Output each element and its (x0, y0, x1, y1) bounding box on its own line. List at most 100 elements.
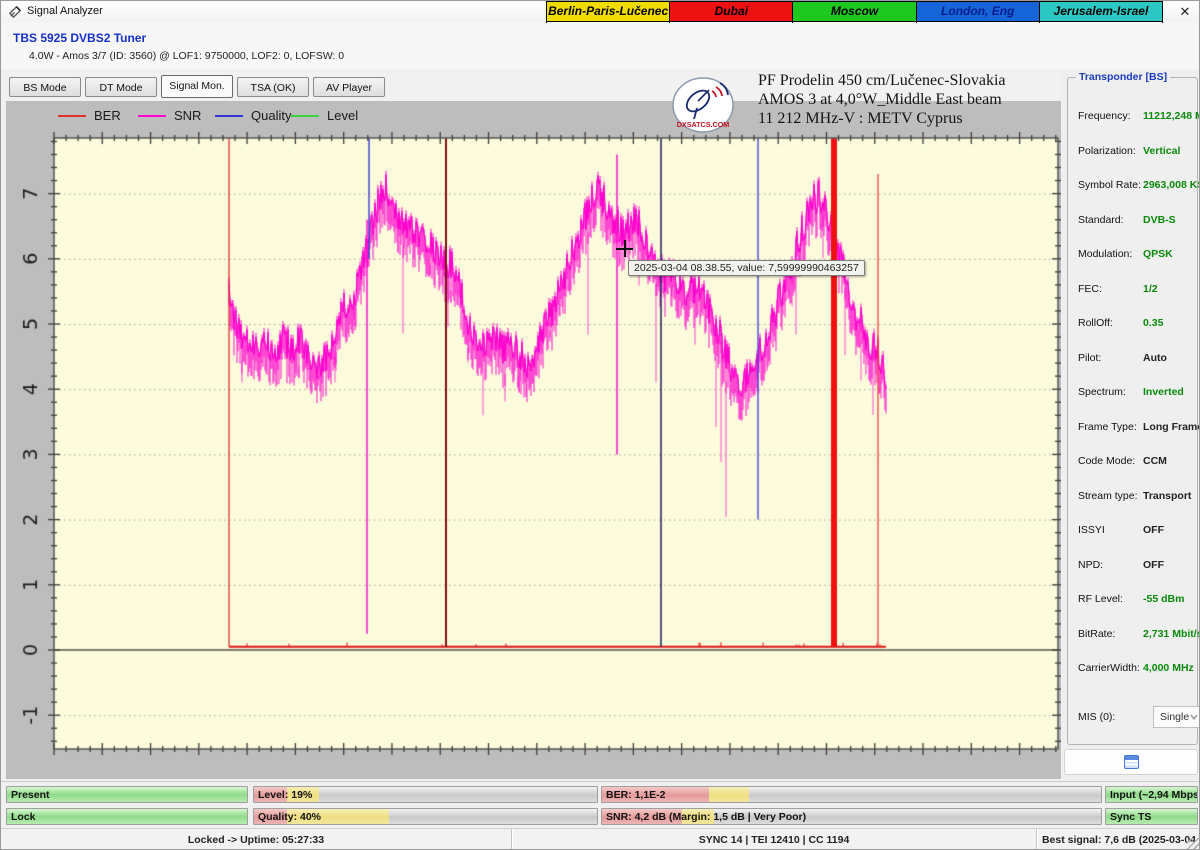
transponder-row: Spectrum: Inverted (1078, 386, 1193, 400)
transponder-row: Modulation:QPSK (1078, 248, 1193, 262)
transponder-row-label: Spectrum: (1078, 386, 1126, 398)
transponder-row-label: BitRate: (1078, 628, 1115, 640)
mis-dropdown[interactable]: Single (1153, 706, 1200, 728)
status-bar: Locked -> Uptime: 05:27:33 SYNC 14 | TEI… (1, 828, 1200, 850)
transponder-row-value: Auto (1143, 352, 1167, 364)
ber-bar-label: BER: 1,1E-2 (606, 789, 666, 801)
transponder-row-value: Transport (1143, 490, 1191, 502)
app-icon (8, 4, 23, 19)
transponder-row-label: Frequency: (1078, 110, 1131, 122)
transponder-row-value: OFF (1143, 559, 1164, 571)
caption-line-1: PF Prodelin 450 cm/Lučenec-Slovakia (758, 71, 1078, 90)
status-best-signal: Best signal: 7,6 dB (2025-03-04 08:38) (1037, 829, 1200, 850)
tab-signal-mon-[interactable]: Signal Mon. (161, 75, 233, 98)
transponder-row: CarrierWidth:4,000 MHz (1078, 662, 1193, 676)
signal-chart-canvas[interactable] (6, 131, 1061, 779)
lock-indicator: Lock (6, 808, 248, 825)
feed-caption: PF Prodelin 450 cm/Lučenec-Slovakia AMOS… (758, 71, 1078, 128)
transponder-row: BitRate:2,731 Mbit/s (1078, 628, 1193, 642)
transponder-row-label: Stream type: (1078, 490, 1138, 502)
signal-analyzer-window: Signal Analyzer ✕ Berlin-Paris-LučenecDu… (0, 0, 1200, 850)
clock-city-name: Moscow (793, 2, 916, 21)
transponder-row: NPD: OFF (1078, 559, 1193, 573)
sync-ts-indicator: Sync TS (1105, 808, 1198, 825)
mis-label: MIS (0): (1078, 711, 1115, 723)
legend-item-snr: SNR (138, 101, 213, 131)
legend-swatch (58, 115, 86, 117)
caption-line-3: 11 212 MHz-V : METV Cyprus (758, 109, 1078, 128)
input-indicator-label: Input (~2,94 Mbps) (1110, 789, 1198, 801)
legend-label: SNR (174, 108, 201, 123)
tuner-name: TBS 5925 DVBS2 Tuner (13, 31, 146, 45)
transponder-row-value: 11212,248 MHz (1143, 110, 1200, 122)
transponder-row: ISSYI OFF (1078, 524, 1193, 538)
transponder-row: RF Level:-55 dBm (1078, 593, 1193, 607)
transponder-row: Code Mode:CCM (1078, 455, 1193, 469)
caption-line-2: AMOS 3 at 4,0°W_Middle East beam (758, 90, 1078, 109)
legend-label: Quality (251, 108, 291, 123)
window-title: Signal Analyzer (27, 5, 103, 17)
chart-tooltip: 2025-03-04 08.38.55, value: 7,5999999046… (628, 260, 865, 276)
quality-bar-label: Quality: 40% (258, 811, 321, 823)
transponder-row-label: RollOff: (1078, 317, 1113, 329)
transponder-row: RollOff:0.35 (1078, 317, 1193, 331)
clock-city-name: Dubai (670, 2, 793, 21)
legend-swatch (138, 115, 166, 117)
transponder-row: Stream type: Transport (1078, 490, 1193, 504)
tab-tsa-ok-[interactable]: TSA (OK) (237, 77, 309, 97)
stream-capture-button[interactable] (1064, 749, 1198, 775)
signal-chart-area: BER SNR QualityLevel 2025-03-04 08.38.55, … (6, 101, 1061, 779)
level-bar: Level: 19% (253, 786, 598, 803)
transponder-row-value: Long Frame (1143, 421, 1200, 433)
tuner-toolbar: TBS 5925 DVBS2 Tuner 4.0W - Amos 3/7 (ID… (1, 23, 1200, 70)
crosshair-cursor (616, 240, 633, 257)
transponder-row-value: DVB-S (1143, 214, 1176, 226)
mis-row: MIS (0): Single (1078, 711, 1193, 725)
resize-grip[interactable] (1187, 838, 1199, 850)
transponder-row-value: -55 dBm (1143, 593, 1184, 605)
transponder-row-value: 2963,008 KS/s (1143, 179, 1200, 191)
transponder-groupbox: Transponder [BS] Frequency:11212,248 MHz… (1067, 77, 1198, 745)
transponder-row-label: Modulation: (1078, 248, 1132, 260)
transponder-row-label: Frame Type: (1078, 421, 1137, 433)
transponder-row-label: CarrierWidth: (1078, 662, 1140, 674)
transponder-row-value: OFF (1143, 524, 1164, 536)
lock-indicator-label: Lock (11, 811, 36, 823)
present-indicator: Present (6, 786, 248, 803)
legend-swatch (215, 115, 243, 117)
snr-bar: SNR: 4,2 dB (Margin: 1,5 dB | Very Poor) (601, 808, 1102, 825)
transponder-row-label: Symbol Rate: (1078, 179, 1141, 191)
tab-bs-mode[interactable]: BS Mode (9, 77, 81, 97)
sync-ts-indicator-label: Sync TS (1110, 811, 1151, 823)
close-button[interactable]: ✕ (1173, 3, 1197, 21)
transponder-row: Frame Type:Long Frame (1078, 421, 1193, 435)
transponder-row-value: 4,000 MHz (1143, 662, 1194, 674)
transponder-row-label: FEC: (1078, 283, 1102, 295)
transponder-row: FEC:1/2 (1078, 283, 1193, 297)
transponder-row-label: ISSYI (1078, 524, 1105, 536)
legend-item-level: Level (291, 101, 366, 131)
legend-label: BER (94, 108, 121, 123)
logo-text: DXSATCS.COM (677, 120, 730, 129)
transponder-panel: Transponder [BS] Frequency:11212,248 MHz… (1061, 69, 1200, 781)
record-list-icon (1124, 755, 1139, 769)
transponder-row-value: Inverted (1143, 386, 1184, 398)
transponder-row: Pilot:Auto (1078, 352, 1193, 366)
transponder-row-value: 2,731 Mbit/s (1143, 628, 1200, 640)
clock-city-name: Jerusalem-Israel (1040, 2, 1162, 21)
tuner-details: 4.0W - Amos 3/7 (ID: 3560) @ LOF1: 97500… (29, 50, 344, 62)
transponder-row-label: NPD: (1078, 559, 1103, 571)
level-bar-label: Level: 19% (258, 789, 312, 801)
snr-bar-label: SNR: 4,2 dB (Margin: 1,5 dB | Very Poor) (606, 811, 806, 823)
quality-bar: Quality: 40% (253, 808, 598, 825)
tab-av-player[interactable]: AV Player (313, 77, 385, 97)
transponder-row-value: Vertical (1143, 145, 1180, 157)
transponder-row-label: Standard: (1078, 214, 1124, 226)
status-lock-uptime: Locked -> Uptime: 05:27:33 (1, 829, 511, 850)
input-indicator: Input (~2,94 Mbps) (1105, 786, 1198, 803)
present-indicator-label: Present (11, 789, 50, 801)
ber-bar: BER: 1,1E-2 (601, 786, 1102, 803)
tab-dt-mode[interactable]: DT Mode (85, 77, 157, 97)
status-sync-counters: SYNC 14 | TEI 12410 | CC 1194 (512, 829, 1036, 850)
transponder-row: Frequency:11212,248 MHz (1078, 110, 1193, 124)
